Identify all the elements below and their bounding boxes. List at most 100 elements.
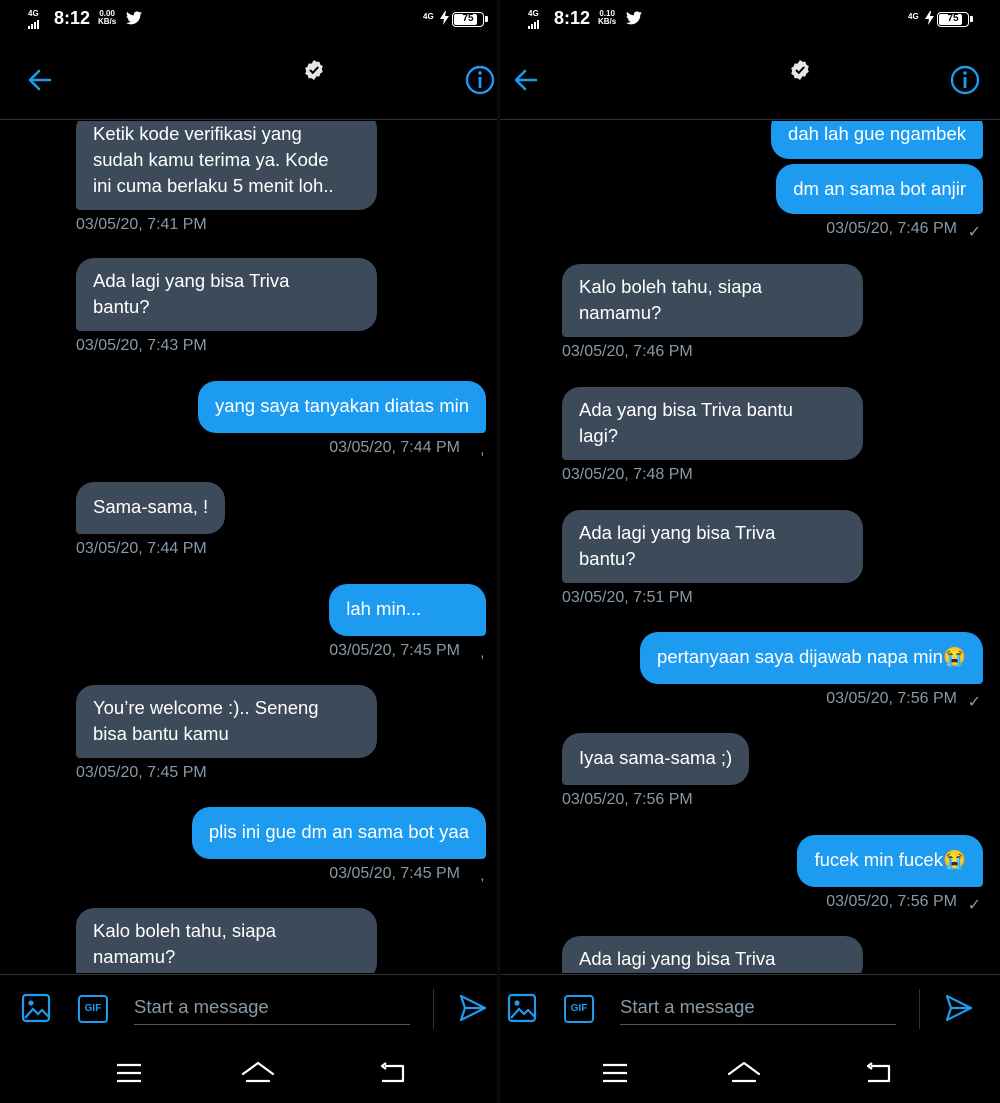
status-bar: 4G 8:12 0.00 KB/s 4G 75 [0,0,497,40]
message-timestamp: 03/05/20, 7:41 PM [76,216,207,233]
message-bubble[interactable]: Sama-sama, ! [76,482,226,534]
send-icon[interactable] [458,993,488,1023]
message-bubble[interactable]: Ada lagi yang bisa Triva bantu? [562,510,863,583]
message-outgoing: plis ini gue dm an sama bot yaa 03/05/20… [191,807,486,884]
speed-unit: KB/s [98,17,117,26]
network-speed: 0.10 KB/s [598,10,616,26]
message-incoming: Ada lagi yang bisa Triva [562,936,863,973]
message-timestamp: 03/05/20, 7:48 PM [562,466,693,483]
timestamp-text: 03/05/20, 7:56 PM [826,690,957,707]
message-incoming: You’re welcome :).. Seneng bisa bantu ka… [76,685,377,782]
sent-check-icon: ‚ [480,644,484,661]
message-outgoing: yang saya tanyakan diatas min 03/05/20, … [197,381,486,458]
home-icon[interactable] [240,1060,276,1084]
message-composer: GIF [500,974,1000,1044]
message-bubble[interactable]: Kalo boleh tahu, siapa namamu? [76,908,377,973]
message-incoming: Kalo boleh tahu, siapa namamu? [76,908,377,973]
timestamp-text: 03/05/20, 7:44 PM [329,439,460,456]
message-composer: GIF [0,974,497,1044]
message-input[interactable] [620,989,896,1025]
info-icon[interactable] [464,64,496,96]
battery-indicator: 75 [452,12,488,27]
gif-icon[interactable]: GIF [78,995,108,1023]
message-timestamp: 03/05/20, 7:43 PM [76,337,207,354]
sent-check-icon: ‚ [480,441,484,458]
timestamp-text: 03/05/20, 7:45 PM [329,865,460,882]
sent-check-icon: ‚ [480,867,484,884]
sent-check-icon: ✓ [967,224,981,241]
message-bubble[interactable]: Ketik kode verifikasi yang sudah kamu te… [76,121,377,210]
message-bubble[interactable]: pertanyaan saya dijawab napa min😭 [640,632,983,684]
menu-icon[interactable] [602,1062,628,1084]
back-icon[interactable] [378,1062,406,1084]
message-outgoing: lah min... 03/05/20, 7:45 PM ‚ [329,584,486,661]
info-icon[interactable] [949,64,981,96]
battery-indicator: 75 [937,12,973,27]
message-timestamp: 03/05/20, 7:45 PM ‚ [329,642,486,661]
back-icon[interactable] [864,1062,892,1084]
message-bubble[interactable]: Ada yang bisa Triva bantu lagi? [562,387,863,460]
message-incoming: Ada lagi yang bisa Triva bantu? 03/05/20… [562,510,863,607]
message-outgoing: fucek min fucek😭 03/05/20, 7:56 PM ✓ [797,835,983,914]
message-bubble[interactable]: lah min... [329,584,486,636]
arrow-left-icon[interactable] [512,66,540,94]
message-list: Ketik kode verifikasi yang sudah kamu te… [0,121,497,973]
charging-icon [440,11,449,25]
twitter-bird-icon [126,11,142,25]
message-incoming: Iyaa sama-sama ;) 03/05/20, 7:56 PM [562,733,750,809]
message-incoming: Sama-sama, ! 03/05/20, 7:44 PM [76,482,226,558]
sent-check-icon: ✓ [967,694,981,711]
timestamp-text: 03/05/20, 7:45 PM [329,642,460,659]
message-bubble[interactable]: Kalo boleh tahu, siapa namamu? [562,264,863,337]
battery-level: 75 [947,13,959,24]
charging-icon [925,11,934,25]
message-bubble[interactable]: Ada lagi yang bisa Triva bantu? [76,258,377,331]
signal-bars-icon [528,19,539,29]
sent-check-icon: ✓ [967,897,981,914]
timestamp-text: 03/05/20, 7:46 PM [826,220,957,237]
message-incoming: Kalo boleh tahu, siapa namamu? 03/05/20,… [562,264,863,361]
chat-header [0,40,497,120]
message-bubble[interactable]: fucek min fucek😭 [797,835,983,887]
message-bubble[interactable]: You’re welcome :).. Seneng bisa bantu ka… [76,685,377,758]
message-timestamp: 03/05/20, 7:44 PM ‚ [198,439,486,458]
message-bubble[interactable]: dah lah gue ngambek [771,121,983,159]
message-bubble[interactable]: Iyaa sama-sama ;) [562,733,750,785]
message-bubble[interactable]: Ada lagi yang bisa Triva [562,936,863,973]
chat-screen-right: 4G 8:12 0.10 KB/s 4G 75 dah lah gue ngam… [500,0,1000,1103]
network-type: 4G [908,12,919,21]
image-icon[interactable] [21,993,51,1023]
message-outgoing: pertanyaan saya dijawab napa min😭 03/05/… [640,632,983,711]
network-type: 4G [423,12,434,21]
verified-badge-icon [305,60,323,80]
message-outgoing: dm an sama bot anjir 03/05/20, 7:46 PM ✓ [776,164,983,241]
arrow-left-icon[interactable] [26,66,54,94]
message-input[interactable] [134,989,410,1025]
message-incoming: Ketik kode verifikasi yang sudah kamu te… [76,121,377,234]
system-nav-bar [500,1044,1000,1103]
message-bubble[interactable]: dm an sama bot anjir [776,164,983,214]
message-bubble[interactable]: yang saya tanyakan diatas min [197,381,486,433]
signal-bars-icon [28,19,39,29]
message-incoming: Ada lagi yang bisa Triva bantu? 03/05/20… [76,258,377,355]
image-icon[interactable] [507,993,537,1023]
message-timestamp: 03/05/20, 7:56 PM [562,791,693,808]
message-timestamp: 03/05/20, 7:56 PM ✓ [797,893,983,914]
battery-level: 75 [462,13,474,24]
gif-icon[interactable]: GIF [564,995,594,1023]
chat-screen-left: 4G 8:12 0.00 KB/s 4G 75 Ketik kode verif… [0,0,497,1103]
verified-badge-icon [791,60,809,80]
home-icon[interactable] [726,1060,762,1084]
message-timestamp: 03/05/20, 7:45 PM ‚ [192,865,486,884]
signal-indicator: 4G [528,10,539,29]
composer-divider [433,989,434,1029]
message-timestamp: 03/05/20, 7:45 PM [76,764,207,781]
message-bubble[interactable]: plis ini gue dm an sama bot yaa [191,807,486,859]
signal-indicator: 4G [28,10,39,29]
system-nav-bar [0,1044,497,1103]
message-timestamp: 03/05/20, 7:46 PM [562,343,693,360]
menu-icon[interactable] [116,1062,142,1084]
message-timestamp: 03/05/20, 7:46 PM ✓ [776,220,983,241]
message-timestamp: 03/05/20, 7:51 PM [562,589,693,606]
send-icon[interactable] [944,993,974,1023]
